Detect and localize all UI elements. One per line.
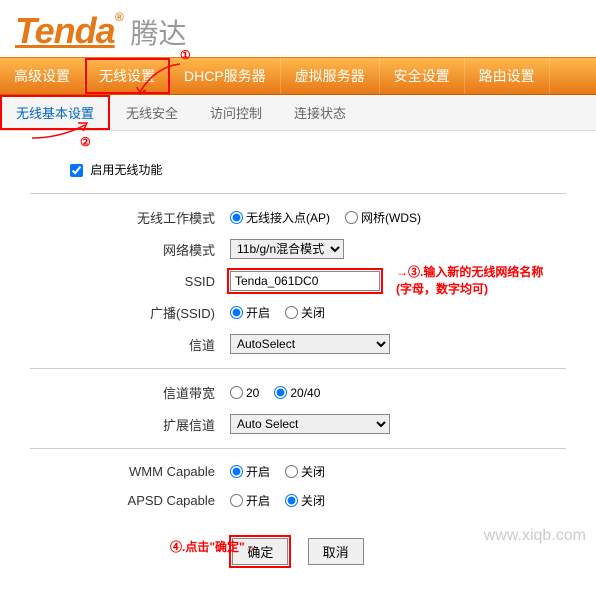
subnav-security[interactable]: 无线安全 [110,95,194,130]
radio-bw-20[interactable]: 20 [230,386,259,400]
annotation-1: ① [180,48,191,62]
subnav-status[interactable]: 连接状态 [278,95,362,130]
annotation-4: ④.点击"确定"→ [170,538,257,555]
main-nav: 高级设置 无线设置 DHCP服务器 虚拟服务器 安全设置 路由设置 [0,57,596,95]
radio-wmm-off[interactable]: 关闭 [285,463,325,480]
radio-bw-2040[interactable]: 20/40 [274,386,320,400]
enable-text: 启用无线功能 [90,163,162,177]
section-2: 信道带宽 20 20/40 扩展信道 Auto Select [30,368,566,448]
label-mode: 无线工作模式 [30,208,230,227]
annotation-2: ② [80,135,91,149]
label-broadcast: 广播(SSID) [30,303,230,322]
content-area: 启用无线功能 无线工作模式 无线接入点(AP) 网桥(WDS) 网络模式 11b… [0,131,596,590]
subnav-basic[interactable]: 无线基本设置 [0,95,110,130]
radio-apsd-off[interactable]: 关闭 [285,492,325,509]
radio-wmm-on[interactable]: 开启 [230,463,270,480]
logo-area: Tenda® 腾达 [0,0,596,57]
label-bandwidth: 信道带宽 [30,383,230,402]
enable-wireless-label[interactable]: 启用无线功能 [70,163,162,177]
annotation-3: →③.输入新的无线网络名称 (字母，数字均可) [396,263,556,297]
section-3: WMM Capable 开启 关闭 APSD Capable 开启 关闭 [30,448,566,523]
label-netmode: 网络模式 [30,240,230,259]
cancel-button[interactable]: 取消 [308,538,364,565]
select-channel[interactable]: AutoSelect [230,334,390,354]
radio-apsd-on[interactable]: 开启 [230,492,270,509]
radio-wds[interactable]: 网桥(WDS) [345,209,421,226]
subnav-access[interactable]: 访问控制 [194,95,278,130]
radio-broadcast-on[interactable]: 开启 [230,304,270,321]
label-extchannel: 扩展信道 [30,415,230,434]
nav-security[interactable]: 安全设置 [380,58,465,94]
label-apsd: APSD Capable [30,493,230,508]
radio-ap[interactable]: 无线接入点(AP) [230,209,330,226]
label-wmm: WMM Capable [30,464,230,479]
label-ssid: SSID [30,274,230,289]
nav-routing[interactable]: 路由设置 [465,58,550,94]
enable-row: 启用无线功能 [30,151,566,193]
button-row: ④.点击"确定"→ 确定 取消 [30,523,566,570]
nav-dhcp[interactable]: DHCP服务器 [170,58,281,94]
input-ssid[interactable] [230,271,380,291]
section-1: 无线工作模式 无线接入点(AP) 网桥(WDS) 网络模式 11b/g/n混合模… [30,193,566,368]
select-netmode[interactable]: 11b/g/n混合模式 [230,239,344,259]
enable-wireless-checkbox[interactable] [70,164,83,177]
brand-cn: 腾达 [131,12,187,52]
label-channel: 信道 [30,335,230,354]
select-extchannel[interactable]: Auto Select [230,414,390,434]
sub-nav: 无线基本设置 无线安全 访问控制 连接状态 [0,95,596,131]
brand-logo: Tenda® [15,10,123,52]
nav-advanced[interactable]: 高级设置 [0,58,85,94]
nav-virtual[interactable]: 虚拟服务器 [281,58,380,94]
radio-broadcast-off[interactable]: 关闭 [285,304,325,321]
nav-wireless[interactable]: 无线设置 [85,58,170,94]
